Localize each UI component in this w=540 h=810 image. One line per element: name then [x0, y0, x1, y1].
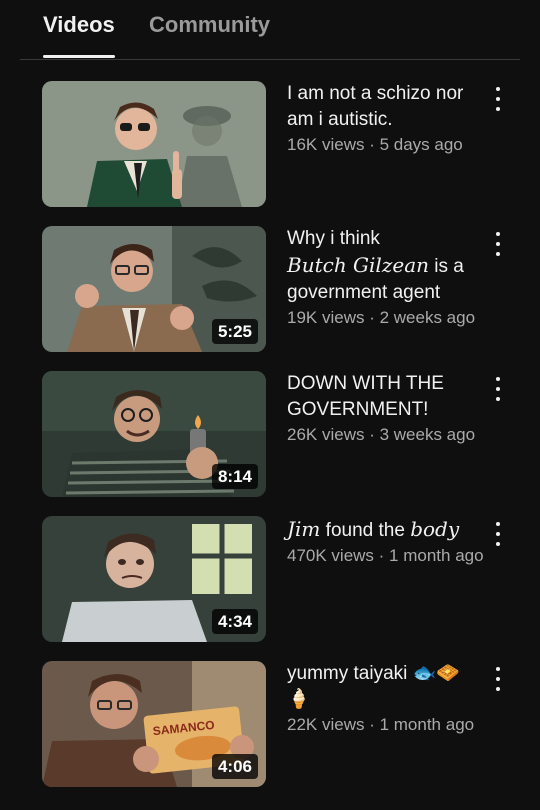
video-item[interactable]: I am not a schizo nor am i autistic. 16K…: [0, 81, 540, 211]
video-thumbnail[interactable]: [42, 81, 266, 207]
video-meta: Why i think Butch Gilzean is a governmen…: [287, 226, 487, 330]
title-handwritten-name: Jim: [287, 517, 321, 541]
video-item[interactable]: 5:25 Why i think Butch Gilzean is a gove…: [0, 226, 540, 356]
video-title[interactable]: yummy taiyaki 🐟🧇 🍦: [287, 661, 487, 713]
title-line: is a: [434, 256, 464, 277]
video-item[interactable]: 4:34 Jim found the body 470K views · 1 m…: [0, 516, 540, 646]
more-vert-icon[interactable]: [490, 375, 506, 403]
video-stats: 19K views · 2 weeks ago: [287, 308, 476, 327]
title-line: DOWN WITH THE: [287, 373, 444, 394]
video-duration: 8:14: [211, 464, 258, 489]
tab-videos[interactable]: Videos: [43, 12, 115, 38]
video-stats: 470K views · 1 month ago: [287, 546, 484, 565]
title-line: am i autistic.: [287, 109, 393, 130]
video-stats: 16K views · 5 days ago: [287, 135, 463, 154]
active-tab-indicator: [43, 55, 115, 58]
video-meta: yummy taiyaki 🐟🧇 🍦 22K views · 1 month a…: [287, 661, 487, 737]
title-line: GOVERNMENT!: [287, 399, 429, 420]
video-stats: 26K views · 3 weeks ago: [287, 425, 476, 444]
tabs-divider: [20, 59, 520, 60]
video-duration: 4:34: [211, 609, 258, 634]
video-thumbnail[interactable]: 4:34: [42, 516, 266, 642]
title-handwritten-name: Butch Gilzean: [287, 253, 430, 277]
waffle-icon: 🧇: [436, 663, 460, 684]
video-thumbnail[interactable]: 8:14: [42, 371, 266, 497]
title-line: yummy taiyaki: [287, 663, 408, 684]
video-duration: 5:25: [211, 319, 258, 344]
more-vert-icon[interactable]: [490, 520, 506, 548]
fish-icon: 🐟: [412, 663, 437, 684]
ice-cream-icon: 🍦: [287, 689, 311, 710]
video-meta: DOWN WITH THE GOVERNMENT! 26K views · 3 …: [287, 371, 487, 447]
video-thumbnail[interactable]: SAMANCO 4:06: [42, 661, 266, 787]
more-vert-icon[interactable]: [490, 665, 506, 693]
video-title[interactable]: I am not a schizo nor am i autistic.: [287, 81, 487, 133]
tab-community[interactable]: Community: [149, 12, 270, 38]
video-title[interactable]: Jim found the body: [287, 516, 487, 544]
video-item[interactable]: SAMANCO 4:06 yummy taiyaki 🐟🧇 🍦 22K view…: [0, 661, 540, 791]
title-line: I am not a schizo nor: [287, 83, 464, 104]
video-meta: I am not a schizo nor am i autistic. 16K…: [287, 81, 487, 157]
video-thumbnail[interactable]: 5:25: [42, 226, 266, 352]
thumbnail-image: [42, 81, 266, 207]
video-meta: Jim found the body 470K views · 1 month …: [287, 516, 487, 568]
video-stats: 22K views · 1 month ago: [287, 715, 475, 734]
title-line: Why i think: [287, 228, 380, 249]
title-line: government agent: [287, 282, 441, 303]
video-title[interactable]: Why i think Butch Gilzean is a governmen…: [287, 226, 487, 306]
title-line: found the: [325, 520, 405, 541]
video-duration: 4:06: [211, 754, 258, 779]
title-handwritten-word: body: [410, 517, 460, 541]
channel-tabs: Videos Community: [0, 0, 540, 60]
more-vert-icon[interactable]: [490, 230, 506, 258]
more-vert-icon[interactable]: [490, 85, 506, 113]
video-title[interactable]: DOWN WITH THE GOVERNMENT!: [287, 371, 487, 423]
video-item[interactable]: 8:14 DOWN WITH THE GOVERNMENT! 26K views…: [0, 371, 540, 501]
